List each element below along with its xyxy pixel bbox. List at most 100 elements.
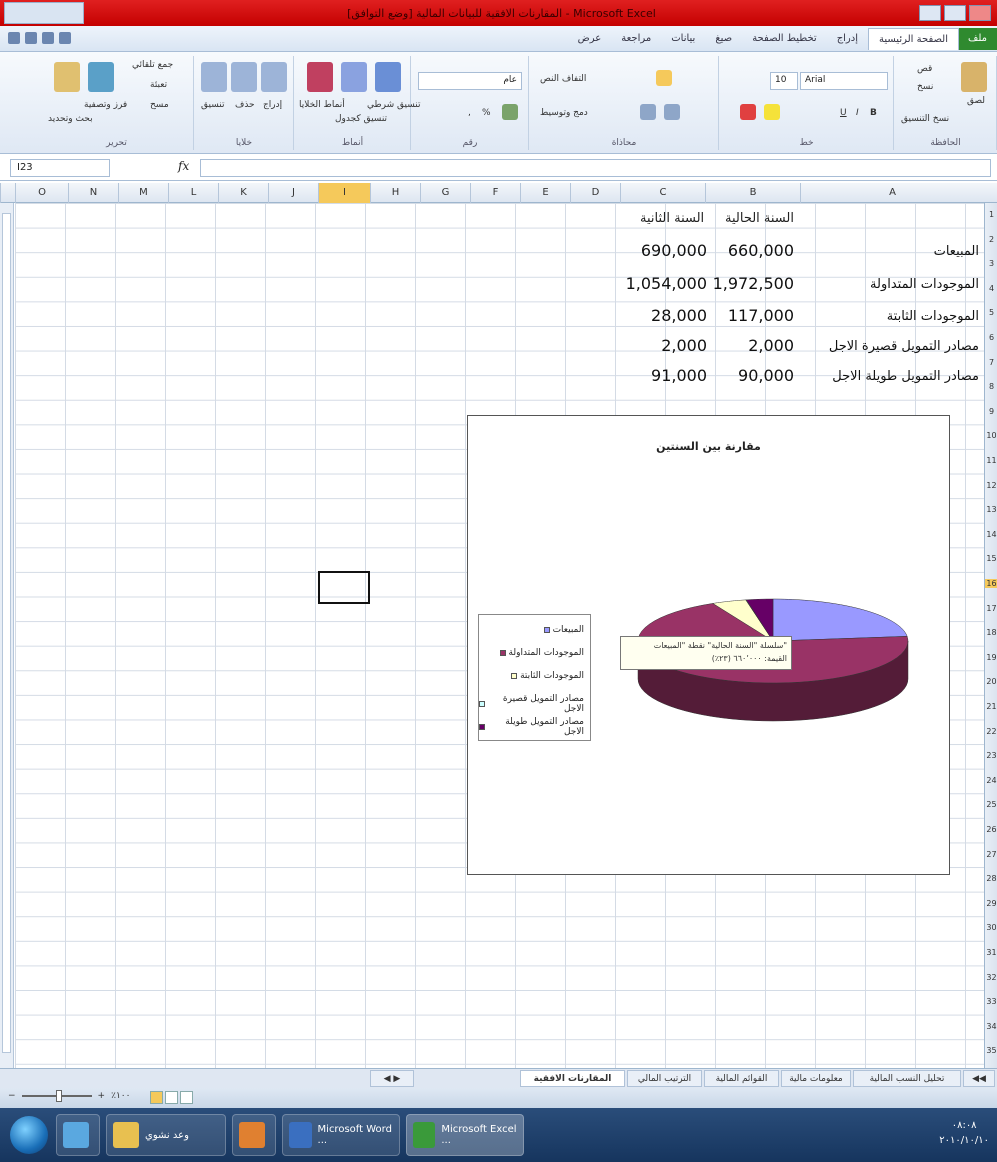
zoom-level[interactable]: ٪١٠٠ — [111, 1091, 130, 1101]
scrollbar-thumb[interactable] — [2, 213, 11, 1053]
vertical-scrollbar[interactable] — [0, 203, 14, 1068]
save-icon[interactable] — [8, 32, 20, 44]
find-select-icon[interactable] — [54, 62, 80, 92]
column-header-n[interactable]: N — [68, 183, 118, 203]
system-tray-clock[interactable]: ٠٨:٠٨ ٢٠١٠/١٠/١٠ — [939, 1118, 989, 1148]
row-header-number[interactable]: 18 — [985, 628, 997, 637]
undo-icon[interactable] — [25, 32, 37, 44]
media-taskbar-icon[interactable] — [232, 1114, 276, 1156]
column-header-i[interactable]: I — [318, 183, 370, 203]
sheet-tab-scroll-buttons[interactable]: ◀◀ — [963, 1070, 995, 1087]
row-header-number[interactable]: 33 — [985, 997, 997, 1006]
legend-item[interactable]: الموجودات الثابتة — [511, 671, 584, 681]
cell-c6[interactable]: 91,000 — [651, 366, 707, 385]
number-format-select[interactable]: عام — [418, 72, 522, 90]
cell-c4[interactable]: 28,000 — [651, 306, 707, 325]
legend-item[interactable]: المبيعات — [543, 625, 584, 635]
row-header-number[interactable]: 19 — [985, 653, 997, 662]
delete-cells-icon[interactable] — [231, 62, 257, 92]
tab-home[interactable]: الصفحة الرئيسية — [868, 28, 959, 50]
column-header-k[interactable]: K — [218, 183, 268, 203]
bold-button[interactable]: B — [870, 108, 877, 118]
row-header-number[interactable]: 3 — [985, 259, 997, 268]
row-header-number[interactable]: 17 — [985, 604, 997, 613]
column-header-f[interactable]: F — [470, 183, 520, 203]
taskbar-item-folder[interactable]: وعد نشوي — [106, 1114, 226, 1156]
zoom-control[interactable]: − + ٪١٠٠ — [8, 1090, 130, 1102]
column-header-g[interactable]: G — [420, 183, 470, 203]
format-painter-button[interactable]: نسخ التنسيق — [901, 114, 949, 124]
column-header-l[interactable]: L — [168, 183, 218, 203]
row-header-number[interactable]: 13 — [985, 505, 997, 514]
align-right-icon[interactable] — [664, 104, 680, 120]
cell-a3[interactable]: الموجودات المتداولة — [870, 277, 979, 292]
row-header-number[interactable]: 31 — [985, 948, 997, 957]
row-header-number[interactable]: 7 — [985, 358, 997, 367]
column-header-m[interactable]: M — [118, 183, 168, 203]
copy-button[interactable]: نسخ — [917, 82, 933, 92]
sheet-tab-horizontal-comparison[interactable]: المقارنات الافقية — [520, 1070, 625, 1087]
cut-button[interactable]: قص — [917, 64, 932, 74]
insert-cells-icon[interactable] — [261, 62, 287, 92]
select-all-corner[interactable] — [0, 183, 15, 203]
wrap-text-button[interactable]: التفاف النص — [540, 74, 586, 84]
row-header-number[interactable]: 21 — [985, 702, 997, 711]
active-cell-selection[interactable] — [318, 571, 370, 604]
ie-taskbar-icon[interactable] — [56, 1114, 100, 1156]
fx-icon[interactable]: fx — [178, 159, 189, 173]
sheet-tab-financial-info[interactable]: معلومات مالية — [781, 1070, 851, 1087]
row-header-number[interactable]: 22 — [985, 727, 997, 736]
quick-access-icons[interactable] — [4, 2, 84, 24]
cell-c1[interactable]: السنة الثانية — [640, 211, 704, 226]
sheet-tab-financial-order[interactable]: الترتيب المالي — [627, 1070, 702, 1087]
cell-b6[interactable]: 90,000 — [738, 366, 794, 385]
sheet-nav-buttons[interactable]: ◀ ▶ — [370, 1070, 414, 1087]
row-header-number[interactable]: 24 — [985, 776, 997, 785]
cell-b1[interactable]: السنة الحالية — [725, 211, 794, 226]
legend-item[interactable]: مصادر التمويل طويلة الاجل — [479, 717, 584, 737]
row-header-number[interactable]: 26 — [985, 825, 997, 834]
row-header-number[interactable]: 25 — [985, 800, 997, 809]
cell-b3[interactable]: 1,972,500 — [713, 274, 794, 293]
row-header-number[interactable]: 12 — [985, 481, 997, 490]
row-header-number[interactable]: 8 — [985, 382, 997, 391]
tab-view[interactable]: عرض — [568, 28, 612, 50]
zoom-slider-knob[interactable] — [55, 1090, 62, 1102]
minimize-button[interactable] — [919, 5, 941, 21]
format-cells-icon[interactable] — [201, 62, 227, 92]
row-header-number[interactable]: 9 — [985, 407, 997, 416]
tab-file[interactable]: ملف — [959, 28, 997, 50]
chart-legend[interactable]: المبيعات الموجودات المتداولة الموجودات الث… — [478, 614, 591, 741]
sheet-tab-financial-statements[interactable]: القوائم المالية — [704, 1070, 779, 1087]
row-header-number[interactable]: 14 — [985, 530, 997, 539]
page-break-view-button[interactable] — [180, 1091, 193, 1104]
row-header-number[interactable]: 30 — [985, 923, 997, 932]
italic-button[interactable]: I — [856, 108, 859, 118]
row-header-number[interactable]: 27 — [985, 850, 997, 859]
cell-b5[interactable]: 2,000 — [748, 336, 794, 355]
zoom-out-icon[interactable]: − — [8, 1091, 16, 1101]
formula-input[interactable] — [200, 159, 991, 177]
close-button[interactable] — [969, 5, 991, 21]
row-header-number[interactable]: 2 — [985, 235, 997, 244]
page-layout-view-button[interactable] — [165, 1091, 178, 1104]
column-header-c[interactable]: C — [620, 183, 705, 203]
tab-review[interactable]: مراجعة — [611, 28, 661, 50]
name-box[interactable]: I23 — [10, 159, 110, 177]
font-size-select[interactable]: 10 — [770, 72, 798, 90]
cell-styles-icon[interactable] — [307, 62, 333, 92]
row-header-number[interactable]: 11 — [985, 456, 997, 465]
zoom-slider[interactable] — [21, 1090, 92, 1102]
cell-a2[interactable]: المبيعات — [934, 244, 979, 259]
row-header-number[interactable]: 5 — [985, 308, 997, 317]
zoom-in-icon[interactable]: + — [98, 1091, 106, 1101]
row-header-number[interactable]: 35 — [985, 1046, 997, 1055]
pie-chart[interactable]: مقارنة بين السنتين المبيعات الموجودات الم… — [467, 415, 950, 875]
row-header-number[interactable]: 32 — [985, 973, 997, 982]
autosum-button[interactable]: جمع تلقائي — [132, 60, 173, 70]
currency-icon[interactable] — [502, 104, 518, 120]
redo-icon[interactable] — [42, 32, 54, 44]
taskbar-item-excel[interactable]: Microsoft Excel ... — [406, 1114, 524, 1156]
taskbar-item-word[interactable]: Microsoft Word ... — [282, 1114, 400, 1156]
cell-a4[interactable]: الموجودات الثابتة — [887, 309, 979, 324]
